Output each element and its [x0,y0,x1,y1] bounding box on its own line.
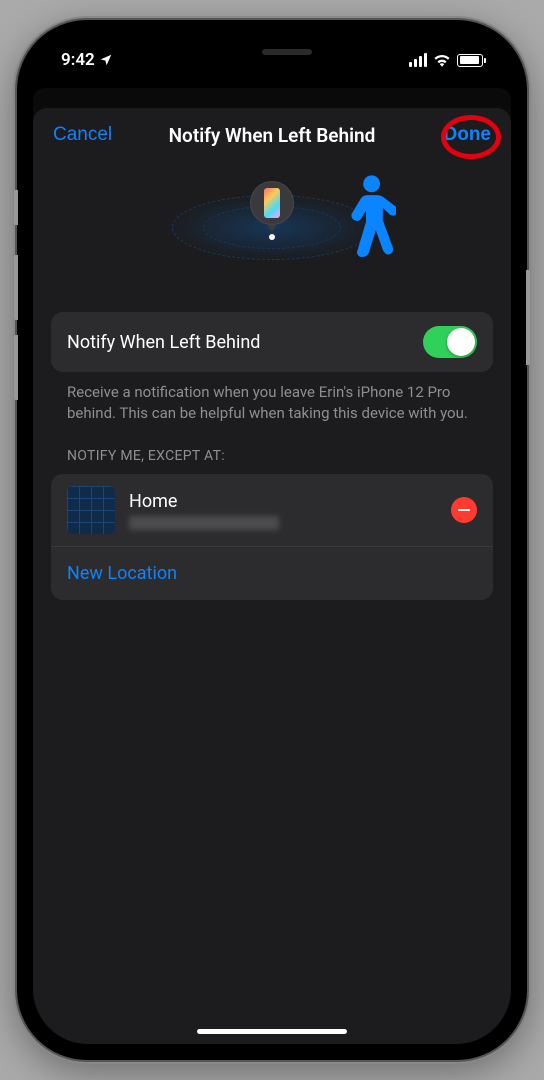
switch-knob [447,328,475,356]
location-arrow-icon [99,53,113,67]
iphone-frame: 9:42 Cancel Notify When Left Behind Done [17,20,527,1060]
status-time: 9:42 [61,50,95,70]
toggle-label: Notify When Left Behind [67,332,260,353]
battery-icon [457,54,483,67]
home-indicator[interactable] [197,1029,347,1034]
screen: 9:42 Cancel Notify When Left Behind Done [33,36,511,1044]
map-thumbnail-icon [67,486,115,534]
except-at-header: NOTIFY ME, EXCEPT AT: [51,448,493,474]
notify-toggle-row: Notify When Left Behind [51,312,493,372]
new-location-button[interactable]: New Location [51,547,493,600]
done-button[interactable]: Done [444,124,492,146]
volume-down-button [14,335,18,400]
iphone-icon [264,188,280,218]
walking-person-icon [336,174,396,264]
delete-location-button[interactable] [451,497,477,523]
toggle-description: Receive a notification when you leave Er… [51,372,493,448]
location-address-redacted [129,516,279,530]
wifi-icon [433,53,451,67]
side-button [526,270,530,365]
sheet-title: Notify When Left Behind [169,124,376,147]
hero-illustration [33,162,511,292]
notch [162,36,382,68]
notify-toggle[interactable] [423,326,477,358]
location-row-home[interactable]: Home [51,474,493,547]
location-name: Home [129,491,437,512]
volume-up-button [14,255,18,320]
cancel-button[interactable]: Cancel [53,124,112,146]
location-list: Home New Location [51,474,493,600]
modal-sheet: Cancel Notify When Left Behind Done [33,108,511,1044]
cellular-icon [409,53,427,67]
sheet-header: Cancel Notify When Left Behind Done [33,108,511,162]
mute-switch [14,190,18,225]
device-pin [250,181,294,240]
